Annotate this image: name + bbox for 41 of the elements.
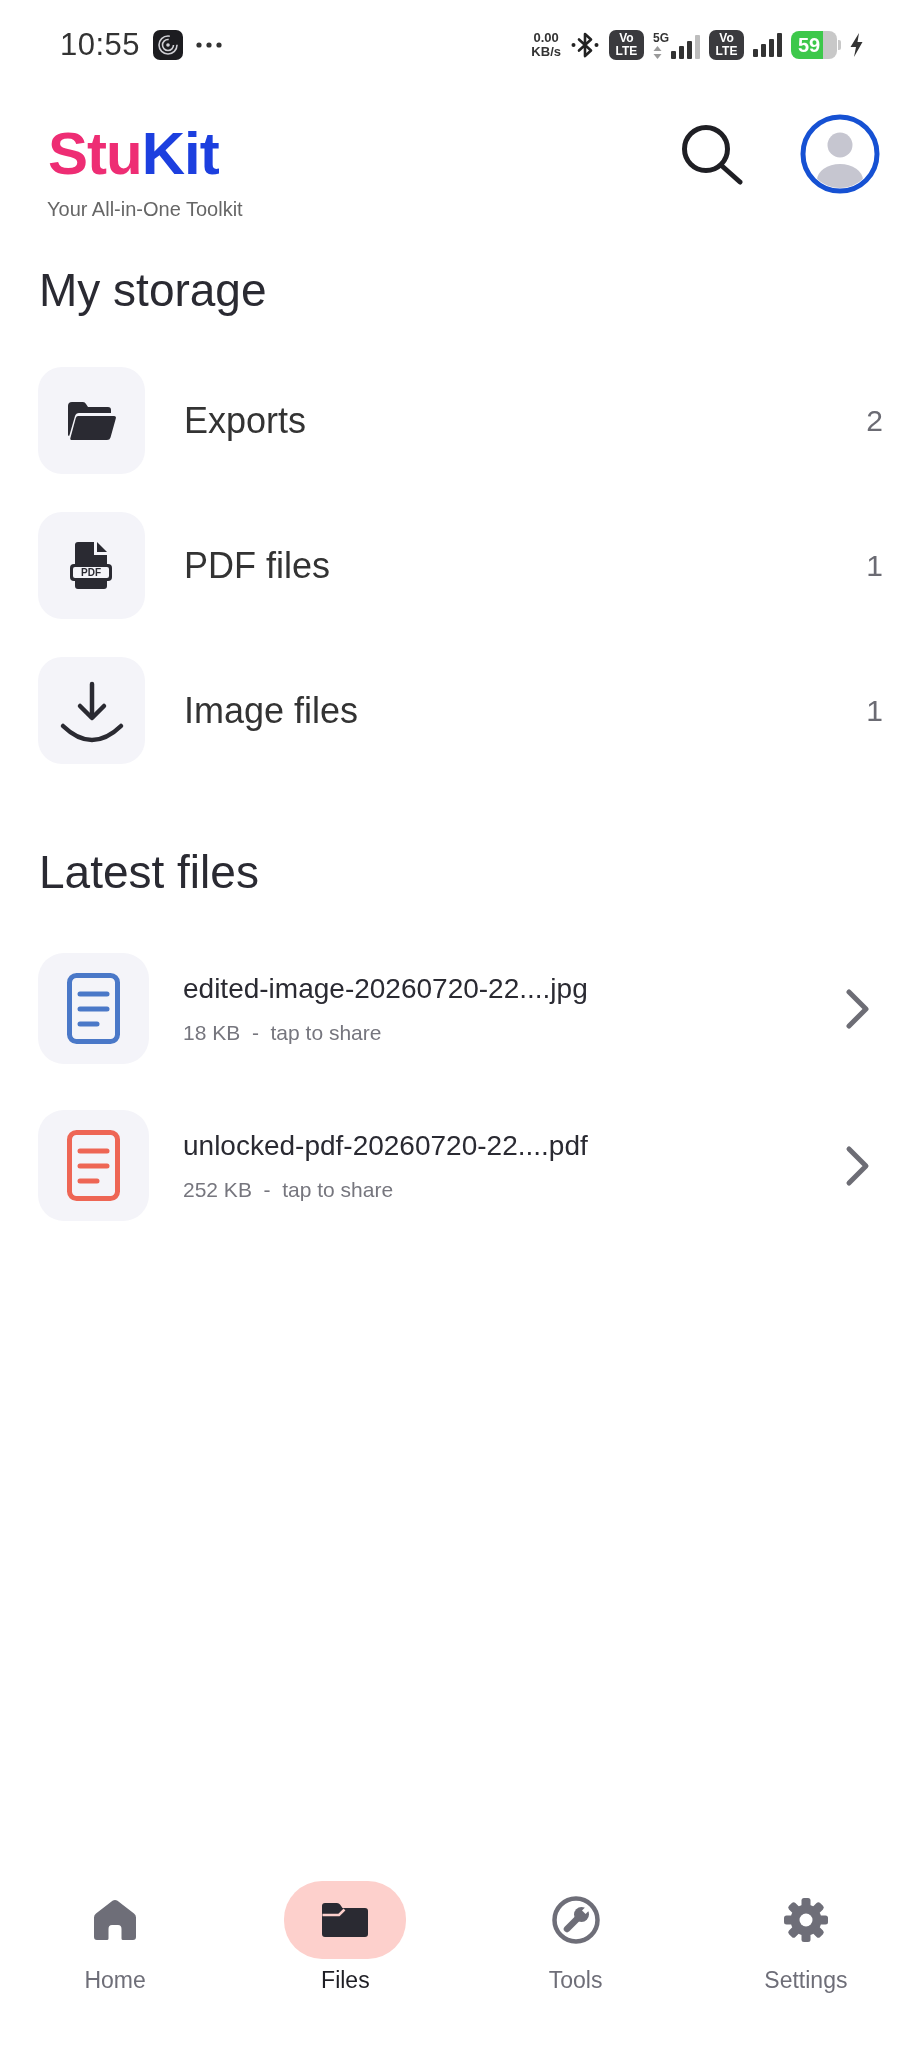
item-count: 1 bbox=[866, 693, 883, 728]
status-time: 10:55 bbox=[60, 27, 141, 63]
volte-badge: Vo LTE bbox=[609, 30, 644, 60]
wrench-icon bbox=[551, 1896, 600, 1944]
bluetooth-icon bbox=[570, 30, 600, 60]
chevron-right-icon[interactable] bbox=[845, 987, 871, 1030]
swirl-app-icon bbox=[153, 30, 184, 60]
bottom-nav-tab[interactable]: Files bbox=[230, 1882, 461, 1994]
section-title: My storage bbox=[39, 263, 267, 318]
settings-icon bbox=[782, 1897, 829, 1943]
storage-category-label[interactable]: Image files bbox=[184, 689, 359, 732]
file-details: 252 KB - tap to share bbox=[183, 1176, 394, 1203]
search-icon[interactable] bbox=[680, 123, 744, 185]
chevron-right-icon[interactable] bbox=[845, 1144, 871, 1187]
signal-icon bbox=[753, 33, 782, 57]
volte-badge: Vo LTE bbox=[709, 30, 744, 60]
battery-indicator: 59 bbox=[791, 31, 841, 59]
house-icon bbox=[93, 1899, 138, 1941]
item-count: 1 bbox=[866, 548, 883, 583]
signal-icon bbox=[671, 34, 700, 59]
app-tagline: Your All-in-One Toolkit bbox=[47, 197, 243, 221]
pdf-file-icon: PDF bbox=[38, 512, 145, 619]
bottom-nav-tab[interactable]: Tools bbox=[460, 1882, 691, 1994]
download-icon bbox=[38, 657, 145, 764]
file-details: 18 KB - tap to share bbox=[183, 1019, 382, 1046]
storage-category-label[interactable]: PDF files bbox=[184, 544, 331, 587]
net-speed-value: 0.00 bbox=[533, 31, 559, 45]
storage-category-label[interactable]: Exports bbox=[184, 399, 307, 442]
net-speed-unit: KB/s bbox=[531, 45, 561, 59]
item-count: 2 bbox=[866, 403, 883, 438]
section-title: Latest files bbox=[39, 845, 259, 900]
app-logo: StuKit bbox=[48, 124, 219, 184]
file-name[interactable]: edited-image-20260720-22....jpg bbox=[183, 971, 588, 1006]
file-name[interactable]: unlocked-pdf-20260720-22....pdf bbox=[183, 1128, 588, 1163]
more-dots-icon bbox=[196, 42, 223, 48]
network-type-label: 5G bbox=[653, 31, 669, 44]
data-arrows-icon bbox=[653, 45, 662, 59]
bottom-nav-tab[interactable]: Home bbox=[0, 1882, 231, 1994]
folder-icon bbox=[38, 367, 145, 474]
bottom-nav-tab[interactable]: Settings bbox=[690, 1882, 921, 1994]
avatar-icon[interactable] bbox=[800, 114, 880, 194]
